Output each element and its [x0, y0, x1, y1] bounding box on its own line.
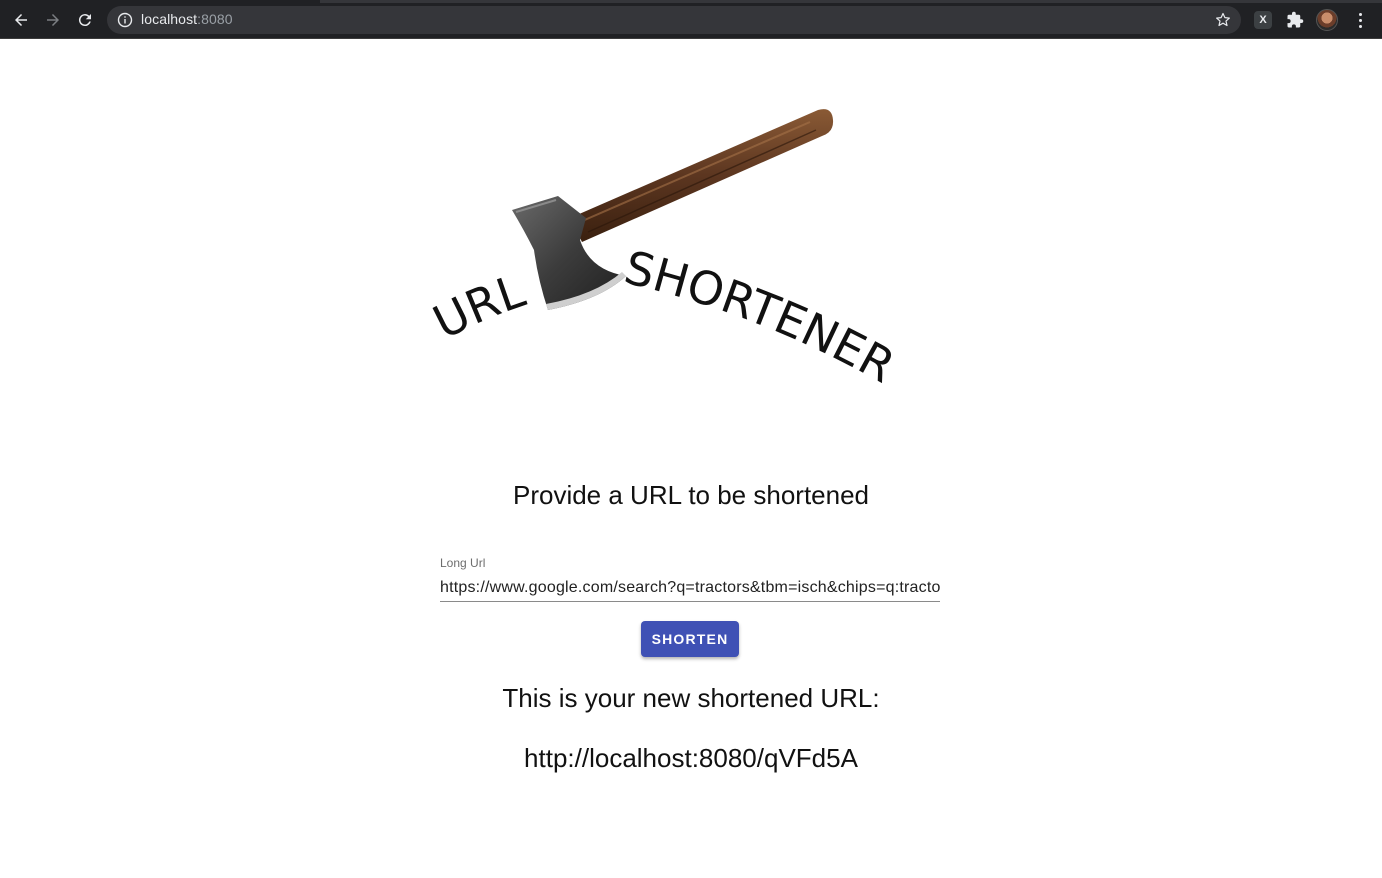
menu-dot-icon — [1358, 24, 1362, 28]
long-url-field: Long Url — [440, 554, 940, 604]
result-title: This is your new shortened URL: — [502, 683, 880, 713]
forward-button[interactable] — [41, 8, 65, 32]
arrow-left-icon — [15, 14, 27, 26]
address-text: localhost:8080 — [141, 11, 233, 27]
page-heading: Provide a URL to be shortened — [512, 480, 870, 510]
extension-button[interactable]: X — [1252, 9, 1274, 31]
back-button[interactable] — [9, 8, 33, 32]
menu-dot-icon — [1358, 12, 1362, 16]
shortened-url: http://localhost:8080/qVFd5A — [524, 743, 858, 773]
axe-handle — [570, 109, 834, 242]
logo-word-url: URL — [430, 263, 532, 349]
bookmark-star-icon[interactable] — [1215, 12, 1231, 28]
browser-toolbar: localhost:8080 X — [0, 0, 1382, 39]
extension-badge: X — [1254, 11, 1272, 29]
long-url-input[interactable] — [440, 574, 940, 602]
reload-button[interactable] — [73, 8, 97, 32]
logo-word-shortener-text: SHORTENER — [619, 240, 903, 393]
logo-word-shortener: SHORTENER — [619, 240, 903, 393]
shorten-button[interactable]: SHORTEN — [641, 621, 739, 657]
tab-strip — [320, 0, 1382, 3]
long-url-label: Long Url — [440, 556, 486, 570]
profile-avatar[interactable] — [1316, 9, 1338, 31]
axe-logo-image: URL SHORTENER — [425, 109, 904, 393]
puzzle-icon — [1287, 11, 1304, 28]
logo: URL SHORTENER — [425, 100, 950, 440]
logo-word-url-text: URL — [425, 263, 532, 349]
url-port: :8080 — [197, 11, 233, 27]
arrow-right-icon — [47, 14, 59, 26]
menu-dot-icon — [1358, 18, 1362, 22]
extensions-menu-button[interactable] — [1284, 9, 1306, 31]
address-bar[interactable]: localhost:8080 — [107, 6, 1241, 34]
reload-icon — [78, 14, 91, 27]
url-host: localhost — [141, 11, 198, 27]
info-icon[interactable] — [117, 12, 133, 28]
browser-menu-button[interactable] — [1350, 9, 1370, 31]
